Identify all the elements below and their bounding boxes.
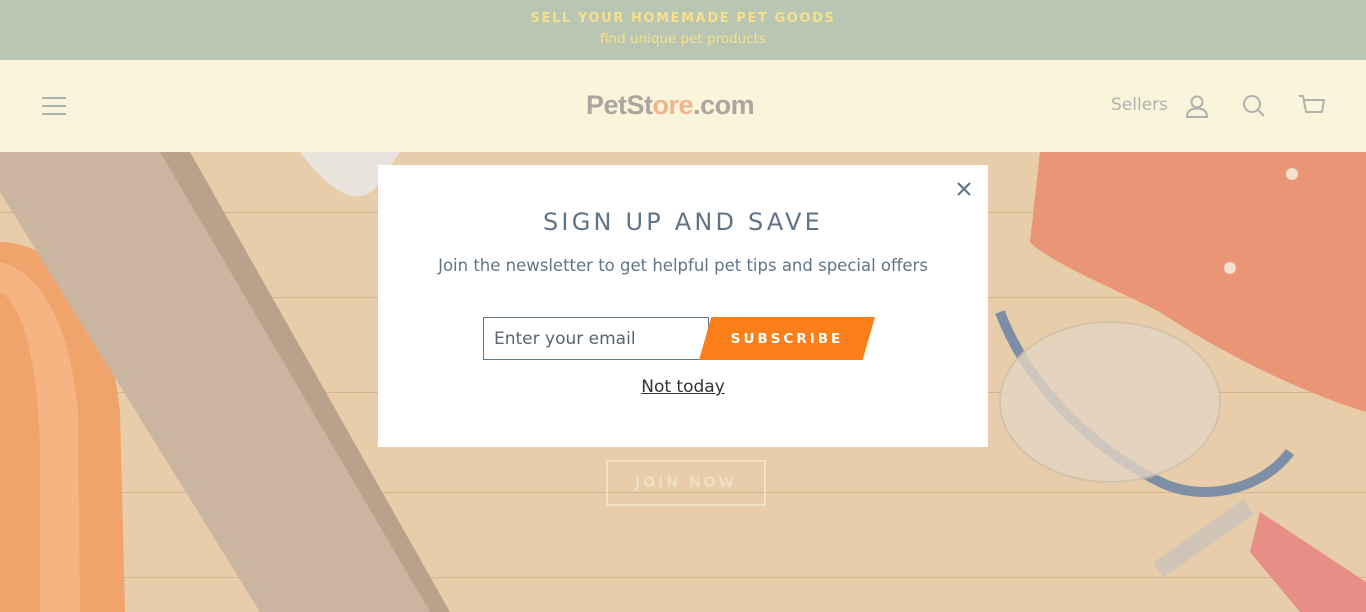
announcement-bar: SELL YOUR HOMEMADE PET GOODS find unique… xyxy=(0,0,1366,60)
logo-text-3: .com xyxy=(693,90,755,120)
logo-text-2: ore xyxy=(652,90,694,120)
menu-icon[interactable] xyxy=(42,97,66,115)
not-today-link[interactable]: Not today xyxy=(378,377,988,397)
close-icon[interactable] xyxy=(954,179,974,199)
announcement-line-2: find unique pet products xyxy=(600,31,766,47)
modal-title: SIGN UP AND SAVE xyxy=(543,208,823,236)
site-header: PetStore.com Sellers xyxy=(0,60,1366,152)
announcement-line-1: SELL YOUR HOMEMADE PET GOODS xyxy=(530,11,836,26)
logo-text-1: PetSt xyxy=(586,90,653,120)
site-logo[interactable]: PetStore.com xyxy=(586,88,755,122)
sellers-link[interactable]: Sellers xyxy=(1111,95,1168,115)
modal-subtitle: Join the newsletter to get helpful pet t… xyxy=(438,256,928,275)
email-input[interactable] xyxy=(483,317,709,360)
newsletter-modal: SIGN UP AND SAVE Join the newsletter to … xyxy=(378,165,988,447)
join-now-button[interactable]: JOIN NOW xyxy=(606,460,766,506)
user-icon[interactable] xyxy=(1184,93,1210,119)
cart-icon[interactable] xyxy=(1298,93,1325,119)
search-icon[interactable] xyxy=(1241,93,1267,119)
subscribe-button[interactable]: SUBSCRIBE xyxy=(699,317,875,360)
